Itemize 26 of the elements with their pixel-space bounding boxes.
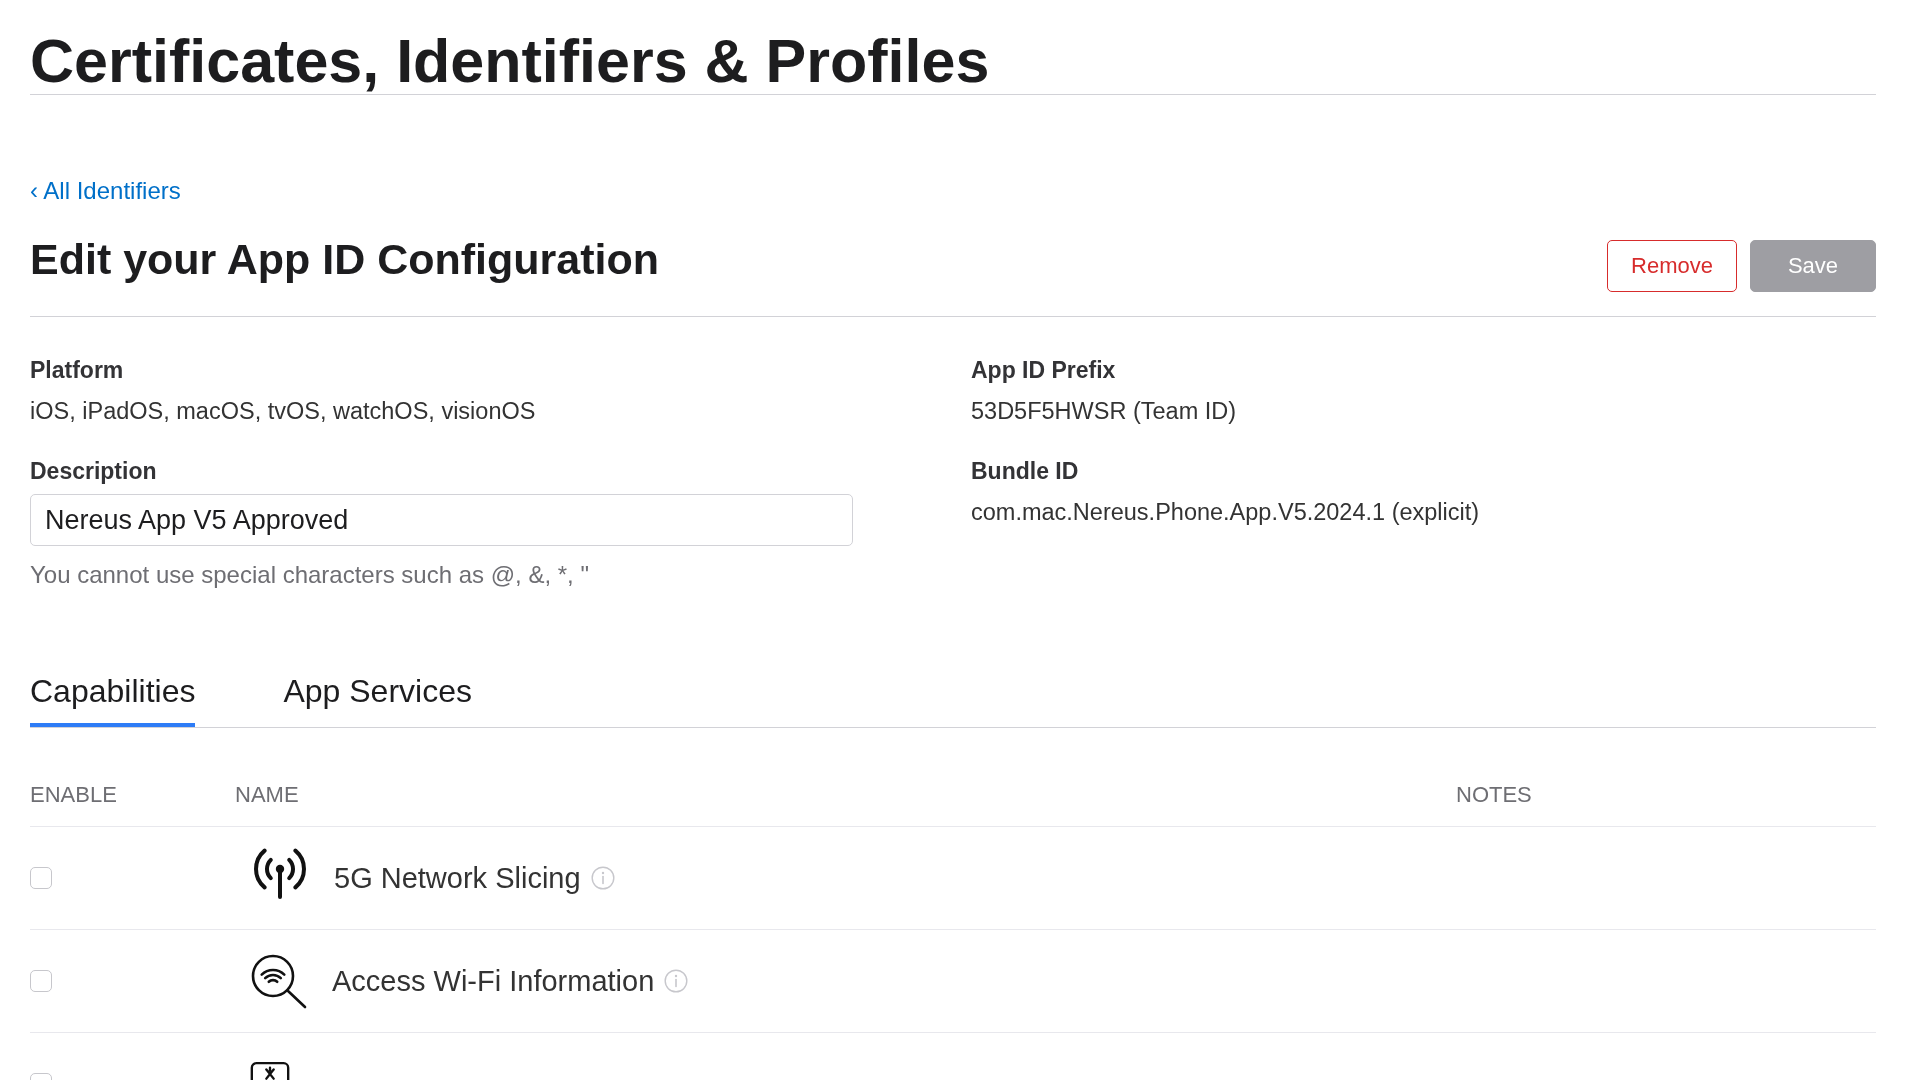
field-label: Description xyxy=(30,457,157,485)
tab[interactable]: App Services xyxy=(283,673,472,727)
capability-name: Access Wi-Fi Information xyxy=(332,964,655,998)
field-value: iOS, iPadOS, macOS, tvOS, watchOS, visionOS xyxy=(30,397,536,425)
back-link[interactable]: ‹ All Identifiers xyxy=(30,177,181,205)
antenna-icon xyxy=(252,848,308,900)
capability-name: 5G Network Slicing xyxy=(334,861,581,895)
wifi-search-icon xyxy=(250,953,308,1009)
column-header: ENABLE xyxy=(30,782,117,807)
column-header: NAME xyxy=(235,782,299,807)
field-label: Bundle ID xyxy=(971,457,1079,485)
field-label: App ID Prefix xyxy=(971,356,1116,384)
info-icon[interactable] xyxy=(590,866,615,890)
column-header: NOTES xyxy=(1456,782,1532,807)
section-heading: Edit your App ID Configuration xyxy=(30,234,659,285)
text-input[interactable]: Nereus App V5 Approved xyxy=(30,494,853,546)
checkbox[interactable] xyxy=(30,867,52,889)
field-label: Platform xyxy=(30,356,124,384)
remove-button[interactable]: Remove xyxy=(1607,240,1737,292)
info-icon[interactable] xyxy=(664,969,689,993)
page-title: Certificates, Identifiers & Profiles xyxy=(30,28,990,94)
checkbox[interactable] xyxy=(30,970,52,992)
tab[interactable]: Capabilities xyxy=(30,673,196,727)
field-value: 53D5F5HWSR (Team ID) xyxy=(971,397,1237,425)
help-text: You cannot use special characters such as @, &, *, " xyxy=(30,561,589,589)
field-value: com.mac.Nereus.Phone.App.V5.2024.1 (explicit) xyxy=(971,498,1480,526)
